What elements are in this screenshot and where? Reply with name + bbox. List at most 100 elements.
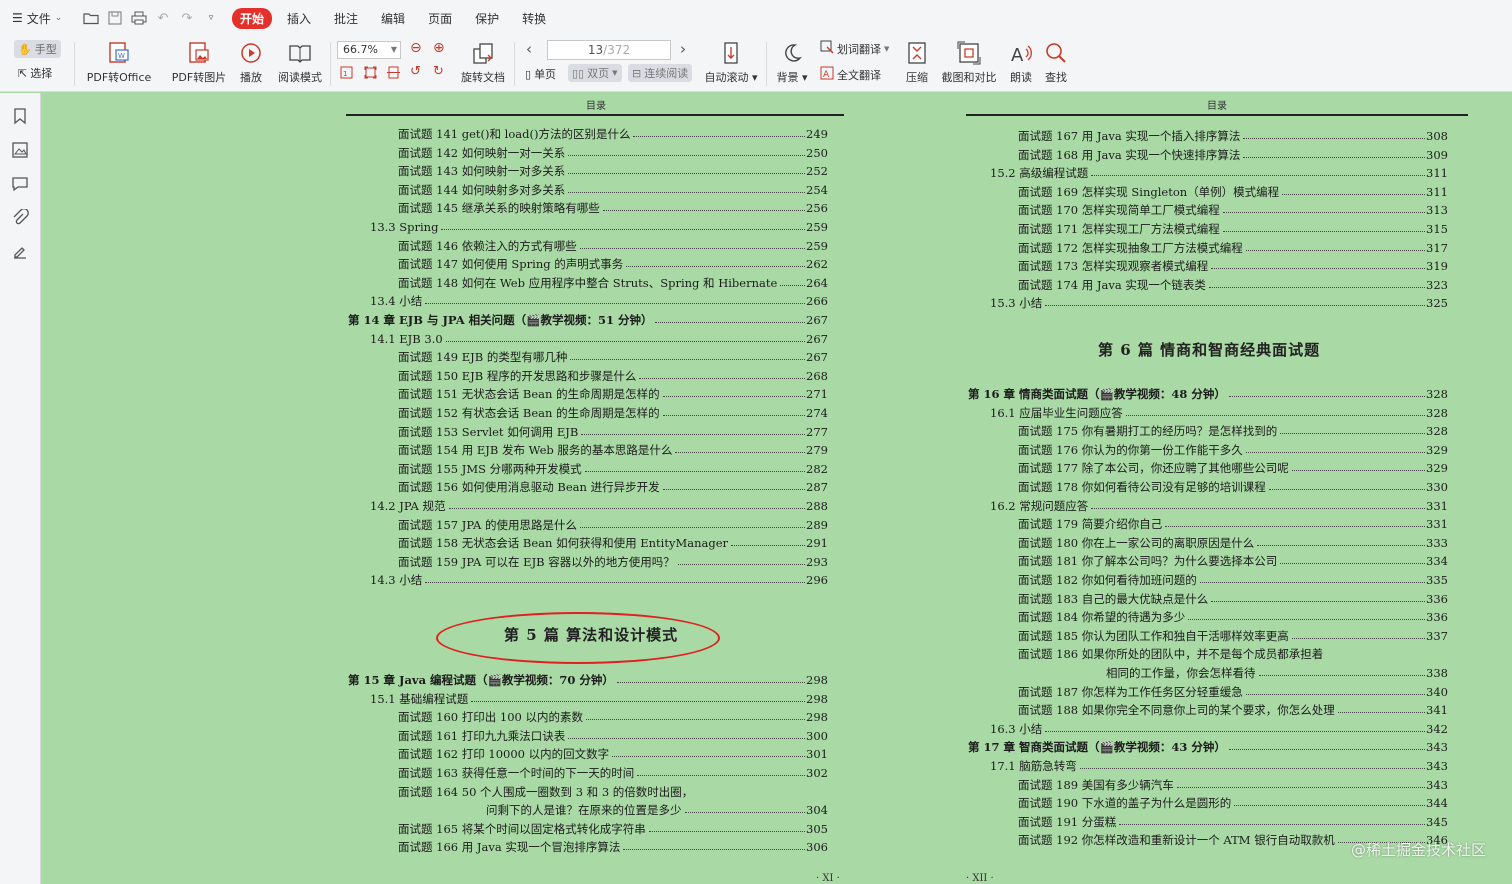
toc-entry-row[interactable]: 面试题 142 如何映射一对一关系 250 [398,144,828,162]
toc-entry-row[interactable]: 面试题 144 如何映射多对多关系 254 [398,181,828,199]
toc-entry-row[interactable]: 面试题 184 你希望的待遇为多少 336 [1018,608,1448,626]
toc-chapter-row[interactable]: 第 14 章 EJB 与 JPA 相关问题（🎬教学视频：51 分钟） 267 [348,311,828,329]
toc-entry-row[interactable]: 面试题 166 用 Java 实现一个冒泡排序算法 306 [398,838,828,856]
toc-entry-row[interactable]: 面试题 154 用 EJB 发布 Web 服务的基本思路是什么 279 [398,441,828,459]
toc-entry-row[interactable]: 面试题 190 下水道的盖子为什么是圆形的 344 [1018,794,1448,812]
word-translate-button[interactable]: 划词翻译 ▼ [820,40,889,57]
toc-entry-row[interactable]: 面试题 151 无状态会话 Bean 的生命周期是怎样的 271 [398,385,828,403]
toc-entry-row[interactable]: 面试题 169 怎样实现 Singleton（单例）模式编程 311 [1018,183,1448,201]
auto-scroll-button[interactable]: 自动滚动 ▾ [704,40,758,85]
toc-entry-row[interactable]: 面试题 157 JPA 的使用思路是什么 289 [398,516,828,534]
toc-entry-row[interactable]: 面试题 146 依赖注入的方式有哪些 259 [398,237,828,255]
toc-entry-row[interactable]: 面试题 164 50 个人围成一圈数到 3 和 3 的倍数时出圈， [398,783,828,801]
toc-entry-row[interactable]: 面试题 187 你怎样为工作任务区分轻重缓急 340 [1018,683,1448,701]
page-number-input[interactable]: 13/372 [547,40,671,60]
pdf-to-image-button[interactable]: PDF转图片 [170,40,228,85]
zoom-in-icon[interactable]: ⊕ [433,40,445,56]
toc-entry-row[interactable]: 面试题 174 用 Java 实现一个链表类 323 [1018,276,1448,294]
toc-entry-row[interactable]: 面试题 153 Servlet 如何调用 EJB 277 [398,423,828,441]
toc-section-row[interactable]: 17.1 脑筋急转弯 343 [990,757,1448,775]
next-page-icon[interactable]: › [680,40,686,58]
toc-entry-row[interactable]: 面试题 173 怎样实现观察者模式编程 319 [1018,257,1448,275]
continuous-reading-button[interactable]: ⊟ 连续阅读 [628,64,693,82]
toc-entry-row[interactable]: 面试题 177 除了本公司，你还应聘了其他哪些公司呢 329 [1018,459,1448,477]
tab-edit[interactable]: 编辑 [373,8,413,29]
toc-section-row[interactable]: 15.3 小结 325 [990,294,1448,312]
tab-convert[interactable]: 转换 [514,8,554,29]
rotate-right-icon[interactable]: ↻ [433,64,444,79]
bookmark-icon[interactable] [11,107,29,125]
play-button[interactable]: 播放 [236,40,266,85]
toc-entry-row[interactable]: 面试题 145 继承关系的映射策略有哪些 256 [398,199,828,217]
customize-dropdown-icon[interactable]: ▿ [200,7,222,29]
compress-button[interactable]: 压缩 [902,40,932,85]
tab-protect[interactable]: 保护 [467,8,507,29]
toc-entry-row[interactable]: 面试题 158 无状态会话 Bean 如何获得和使用 EntityManager… [398,534,828,552]
read-aloud-button[interactable]: A 朗读 [1006,40,1036,85]
screenshot-compare-button[interactable]: 截图和对比 [940,40,998,85]
toc-entry-row[interactable]: 问剩下的人是谁？在原来的位置是多少 304 [486,801,828,819]
read-mode-button[interactable]: 阅读模式 [276,40,324,85]
toc-entry-row[interactable]: 面试题 179 简要介绍你自己 331 [1018,515,1448,533]
toc-entry-row[interactable]: 面试题 152 有状态会话 Bean 的生命周期是怎样的 274 [398,404,828,422]
toc-entry-row[interactable]: 面试题 181 你了解本公司吗？为什么要选择本公司 334 [1018,552,1448,570]
find-button[interactable]: 查找 [1041,40,1071,85]
fit-page-icon[interactable] [364,66,377,79]
open-folder-icon[interactable] [80,7,102,29]
pdf-to-office-button[interactable]: W PDF转Office [84,40,154,85]
toc-section-row[interactable]: 15.1 基础编程试题 298 [370,690,828,708]
toc-chapter-row[interactable]: 第 15 章 Java 编程试题（🎬教学视频：70 分钟） 298 [348,671,828,689]
toc-entry-row[interactable]: 面试题 159 JPA 可以在 EJB 容器以外的地方使用吗？ 293 [398,553,828,571]
toc-entry-row[interactable]: 面试题 167 用 Java 实现一个插入排序算法 308 [1018,127,1448,145]
comment-icon[interactable] [11,175,29,193]
toc-section-row[interactable]: 15.2 高级编程试题 311 [990,164,1448,182]
select-tool-button[interactable]: ⇱ 选择 [18,65,52,81]
single-page-button[interactable]: ▯ 单页 [525,66,556,82]
toc-entry-row[interactable]: 面试题 162 打印 10000 以内的回文数字 301 [398,745,828,763]
toc-entry-row[interactable]: 面试题 186 如果你所处的团队中，并不是每个成员都承担着 [1018,645,1448,663]
fit-width-icon[interactable] [387,66,400,79]
toc-chapter-row[interactable]: 第 17 章 智商类面试题（🎬教学视频：43 分钟） 343 [968,738,1448,756]
toc-entry-row[interactable]: 面试题 180 你在上一家公司的离职原因是什么 333 [1018,534,1448,552]
double-page-button[interactable]: ▯▯ 双页 ▼ [568,64,622,82]
full-translate-button[interactable]: A 全文翻译 [820,66,881,83]
toc-entry-row[interactable]: 面试题 178 你如何看待公司没有足够的培训课程 330 [1018,478,1448,496]
toc-section-row[interactable]: 14.2 JPA 规范 288 [370,497,828,515]
toc-entry-row[interactable]: 面试题 161 打印九九乘法口诀表 300 [398,727,828,745]
save-icon[interactable] [104,7,126,29]
toc-entry-row[interactable]: 面试题 148 如何在 Web 应用程序中整合 Struts、Spring 和 … [398,274,828,292]
toc-entry-row[interactable]: 面试题 171 怎样实现工厂方法模式编程 315 [1018,220,1448,238]
toc-entry-row[interactable]: 面试题 149 EJB 的类型有哪几种 267 [398,348,828,366]
toc-entry-row[interactable]: 面试题 150 EJB 程序的开发思路和步骤是什么 268 [398,367,828,385]
rotate-document-button[interactable]: 旋转文档 [458,40,508,85]
toc-section-row[interactable]: 13.4 小结 266 [370,292,828,310]
toc-section-row[interactable]: 13.3 Spring 259 [370,218,828,236]
toc-section-row[interactable]: 14.1 EJB 3.0 267 [370,330,828,348]
toc-entry-row[interactable]: 面试题 156 如何使用消息驱动 Bean 进行异步开发 287 [398,478,828,496]
toc-entry-row[interactable]: 面试题 141 get()和 load()方法的区别是什么 249 [398,125,828,143]
toc-section-row[interactable]: 14.3 小结 296 [370,571,828,589]
attachment-icon[interactable] [11,208,29,227]
toc-entry-row[interactable]: 面试题 183 自己的最大优缺点是什么 336 [1018,590,1448,608]
zoom-select[interactable]: 66.7% ▼ [337,41,401,59]
toc-section-row[interactable]: 16.2 常规问题应答 331 [990,497,1448,515]
signature-icon[interactable] [11,243,29,261]
toc-entry-row[interactable]: 面试题 189 美国有多少辆汽车 343 [1018,776,1448,794]
toc-entry-row[interactable]: 面试题 163 获得任意一个时间的下一天的时间 302 [398,764,828,782]
toc-section-row[interactable]: 16.3 小结 342 [990,720,1448,738]
file-menu[interactable]: ☰ 文件 ⌄ [12,10,78,27]
toc-entry-row[interactable]: 面试题 155 JMS 分哪两种开发模式 282 [398,460,828,478]
toc-entry-row[interactable]: 面试题 176 你认为的你第一份工作能干多久 329 [1018,441,1448,459]
toc-entry-row[interactable]: 面试题 165 将某个时间以固定格式转化成字符串 305 [398,820,828,838]
toc-entry-row[interactable]: 相同的工作量，你会怎样看待 338 [1106,664,1448,682]
actual-size-icon[interactable]: 1 [340,66,353,79]
tab-page[interactable]: 页面 [420,8,460,29]
toc-entry-row[interactable]: 面试题 188 如果你完全不同意你上司的某个要求，你怎么处理 341 [1018,701,1448,719]
toc-entry-row[interactable]: 面试题 160 打印出 100 以内的素数 298 [398,708,828,726]
toc-entry-row[interactable]: 面试题 175 你有暑期打工的经历吗？是怎样找到的 328 [1018,422,1448,440]
rotate-left-icon[interactable]: ↺ [410,64,421,79]
toc-entry-row[interactable]: 面试题 182 你如何看待加班问题的 335 [1018,571,1448,589]
toc-entry-row[interactable]: 面试题 143 如何映射一对多关系 252 [398,162,828,180]
toc-entry-row[interactable]: 面试题 147 如何使用 Spring 的声明式事务 262 [398,255,828,273]
toc-entry-row[interactable]: 面试题 170 怎样实现简单工厂模式编程 313 [1018,201,1448,219]
